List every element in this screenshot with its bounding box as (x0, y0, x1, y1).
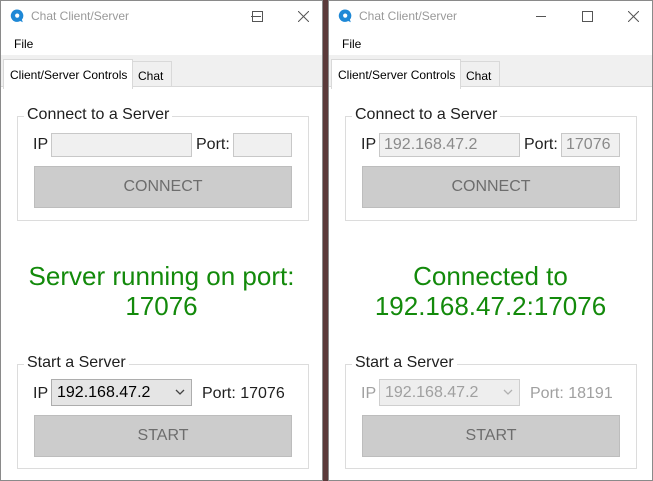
chevron-down-icon (175, 389, 185, 395)
minimize-button[interactable] (518, 1, 564, 31)
close-button[interactable] (610, 1, 652, 31)
maximize-icon (582, 11, 593, 22)
close-icon (298, 11, 309, 22)
ip-label: IP (361, 385, 377, 402)
tab-strip: Client/Server Controls Chat (329, 55, 652, 89)
maximize-button[interactable] (564, 1, 610, 31)
connect-button[interactable]: CONNECT (362, 166, 620, 208)
port-input[interactable]: 17076 (561, 133, 620, 157)
tab-strip: Client/Server Controls Chat (1, 55, 322, 89)
window-title: Chat Client/Server (359, 9, 458, 23)
tab-chat[interactable]: Chat (460, 61, 500, 87)
menu-file[interactable]: File (342, 37, 361, 51)
start-button[interactable]: START (362, 415, 620, 457)
app-icon (10, 9, 24, 23)
port-readout: Port: 17076 (202, 385, 285, 402)
start-button[interactable]: START (34, 415, 292, 457)
status-line-2: 192.168.47.2:17076 (374, 291, 607, 321)
chevron-down-icon (503, 389, 513, 395)
ip-select-value: 192.168.47.2 (57, 384, 151, 401)
start-legend: Start a Server (24, 354, 129, 372)
tab-client-server-controls[interactable]: Client/Server Controls (3, 59, 133, 89)
ip-label: IP (361, 136, 377, 153)
port-input[interactable] (233, 133, 292, 157)
ip-select-value: 192.168.47.2 (385, 384, 479, 401)
ip-label: IP (33, 136, 49, 153)
status-line-1: Connected to (413, 261, 568, 291)
close-icon (628, 11, 639, 22)
ip-select[interactable]: 192.168.47.2 (379, 379, 520, 406)
ip-select[interactable]: 192.168.47.2 (51, 379, 192, 406)
start-group: Start a Server IP 192.168.47.2 Port: 181… (345, 354, 637, 469)
connect-legend: Connect to a Server (24, 106, 173, 124)
port-label: Port: (196, 136, 230, 153)
connect-legend: Connect to a Server (352, 106, 501, 124)
connect-group: Connect to a Server IP 192.168.47.2 Port… (345, 106, 637, 221)
tab-client-server-controls[interactable]: Client/Server Controls (331, 59, 461, 89)
start-legend: Start a Server (352, 354, 457, 372)
maximize-icon (252, 11, 263, 22)
status-message: Connected to 192.168.47.2:17076 (329, 261, 652, 321)
menu-file[interactable]: File (14, 37, 33, 51)
minimize-icon (536, 16, 546, 17)
ip-label: IP (33, 385, 49, 402)
app-icon (338, 9, 352, 23)
status-line-1: Server running on port: (28, 261, 295, 291)
window-title: Chat Client/Server (31, 9, 130, 23)
port-label: Port: (524, 136, 558, 153)
tab-page: Connect to a Server IP Port: CONNECT Ser… (1, 86, 322, 480)
tab-page: Connect to a Server IP 192.168.47.2 Port… (329, 86, 652, 480)
tab-chat[interactable]: Chat (132, 61, 172, 87)
ip-input[interactable]: 192.168.47.2 (379, 133, 520, 157)
chat-window-client: Chat Client/Server File Client/Server Co… (328, 0, 653, 481)
connect-group: Connect to a Server IP Port: CONNECT (17, 106, 309, 221)
status-message: Server running on port: 17076 (1, 261, 322, 321)
start-group: Start a Server IP 192.168.47.2 Port: 170… (17, 354, 309, 469)
status-line-2: 17076 (125, 291, 198, 321)
maximize-button[interactable] (234, 1, 280, 31)
port-readout: Port: 18191 (530, 385, 613, 402)
menu-bar: File (329, 31, 652, 55)
menu-bar: File (1, 31, 322, 55)
close-button[interactable] (280, 1, 322, 31)
chat-window-server: Chat Client/Server File Client/Server Co… (0, 0, 323, 481)
ip-input[interactable] (51, 133, 192, 157)
connect-button[interactable]: CONNECT (34, 166, 292, 208)
